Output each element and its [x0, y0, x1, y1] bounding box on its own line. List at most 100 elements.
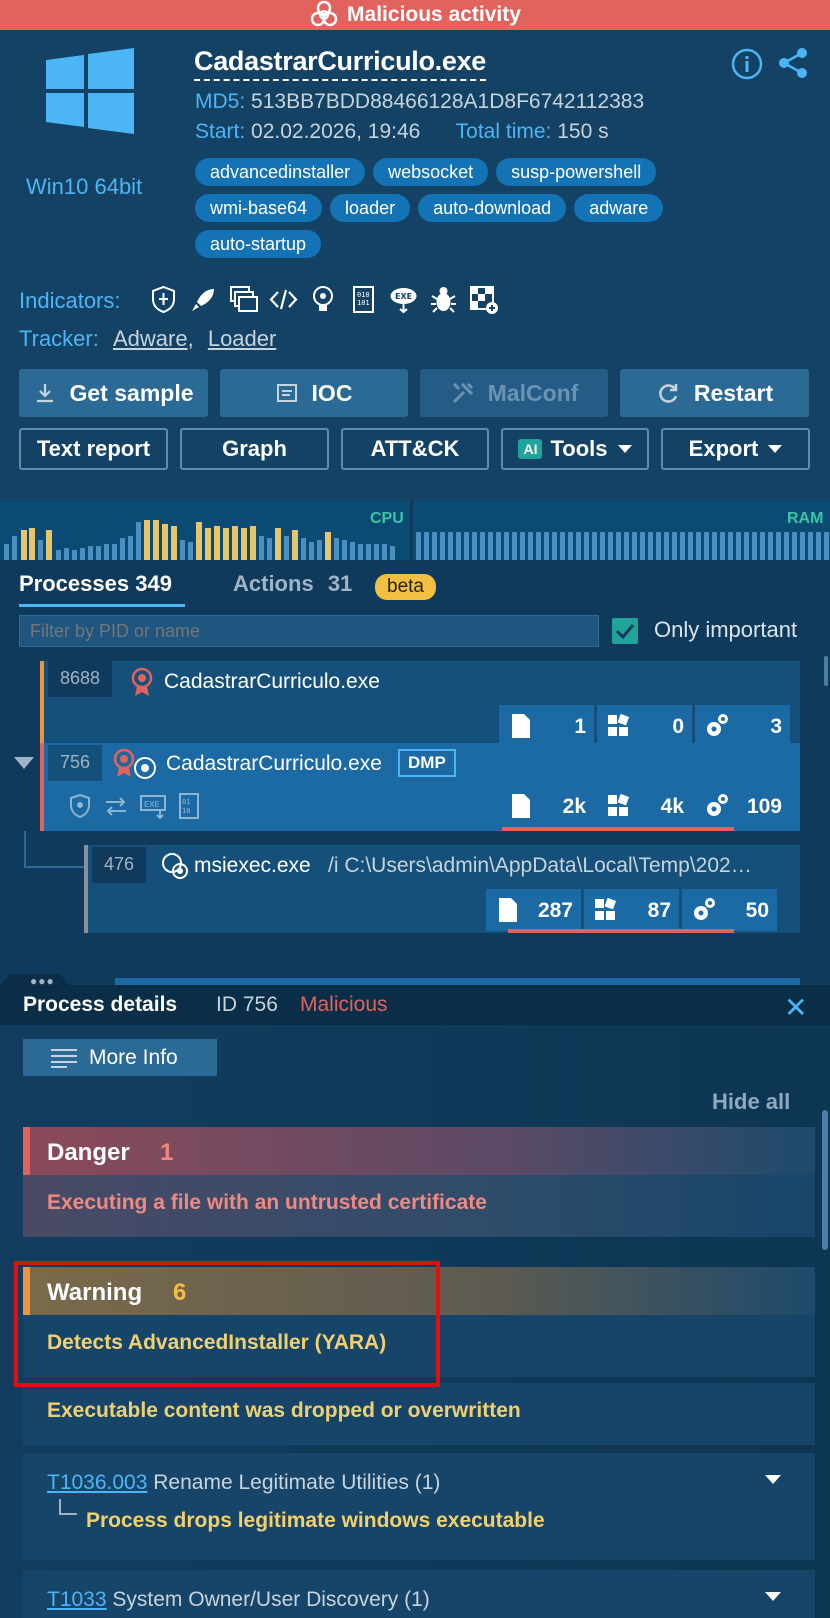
technique-t1033[interactable]: T1033 System Owner/User Discovery (1) [23, 1570, 815, 1618]
ioc-button[interactable]: IOC [220, 369, 408, 417]
files-stat[interactable]: 1 [499, 705, 594, 747]
chevron-down-icon [617, 445, 632, 453]
tag[interactable]: loader [330, 194, 411, 222]
gears-icon [707, 794, 728, 816]
modules-stat[interactable]: 50 [682, 889, 777, 931]
warning-item[interactable]: Executable content was dropped or overwr… [23, 1383, 815, 1445]
pid-filter-input[interactable] [19, 615, 599, 647]
hide-all-button[interactable]: Hide all [712, 1089, 790, 1115]
more-info-button[interactable]: More Info [23, 1039, 217, 1076]
svg-text:10: 10 [182, 807, 190, 815]
total-time-value: 150 s [557, 120, 609, 143]
process-name: CadastrarCurriculo.exe [164, 670, 380, 693]
exe-download-icon[interactable]: EXE [388, 284, 419, 315]
cpu-ram-chart [4, 500, 829, 560]
code-icon[interactable] [268, 284, 299, 315]
tag[interactable]: advancedinstaller [195, 158, 366, 186]
brain-icon[interactable] [308, 284, 339, 315]
tracker-link-loader[interactable]: Loader [208, 326, 277, 351]
md5-row: MD5: 513BB7BDD88466128A1D8F6742112383 [195, 90, 644, 114]
technique-code-link[interactable]: T1036.003 [47, 1471, 147, 1494]
indicator-icons: 010 101 EXE [148, 284, 499, 315]
danger-item[interactable]: Executing a file with an untrusted certi… [23, 1175, 815, 1237]
process-row-756[interactable]: 756 CadastrarCurriculo.exe DMP EXE 01 10 … [40, 743, 800, 831]
registry-stat[interactable]: 4k [597, 785, 692, 827]
tag[interactable]: websocket [373, 158, 489, 186]
list-icon [276, 384, 297, 402]
svg-text:01: 01 [182, 798, 190, 806]
windows-stack-icon[interactable] [228, 284, 259, 315]
graph-button[interactable]: Graph [180, 428, 329, 470]
process-pid: 8688 [48, 661, 113, 697]
tracker-link-adware[interactable]: Adware [113, 326, 188, 351]
technique-t1036-003[interactable]: T1036.003 Rename Legitimate Utilities (1… [23, 1453, 815, 1560]
registry-icon [595, 897, 617, 920]
tag[interactable]: auto-startup [195, 230, 322, 258]
binary-file-icon[interactable]: 010 101 [348, 284, 379, 315]
tag[interactable]: wmi-base64 [195, 194, 323, 222]
modules-stat[interactable]: 109 [695, 785, 790, 827]
tab-processes[interactable]: Processes 349 [19, 571, 172, 597]
danger-section: Danger 1 Executing a file with an untrus… [23, 1127, 815, 1237]
collapse-arrow-icon[interactable] [14, 757, 34, 769]
technique-name: Rename Legitimate Utilities (1) [153, 1471, 441, 1494]
registry-stat[interactable]: 0 [597, 705, 692, 747]
get-sample-button[interactable]: Get sample [19, 369, 208, 417]
modules-count: 50 [745, 899, 769, 922]
menu-lines-icon [51, 1048, 77, 1068]
tag[interactable]: susp-powershell [496, 158, 657, 186]
start-value: 02.02.2026, 19:46 [251, 120, 421, 143]
chevron-down-icon[interactable] [765, 1475, 781, 1484]
download-icon [36, 384, 53, 403]
process-row-476[interactable]: 476 msiexec.exe /i C:\Users\admin\AppDat… [84, 845, 800, 933]
process-name: CadastrarCurriculo.exe [166, 752, 382, 775]
malconf-button[interactable]: MalConf [420, 369, 608, 417]
tab-actions-label: Actions [233, 571, 314, 596]
tag[interactable]: auto-download [418, 194, 567, 222]
modules-stat[interactable]: 3 [695, 705, 790, 747]
danger-header[interactable]: Danger 1 [23, 1127, 815, 1175]
svg-text:EXE: EXE [395, 292, 412, 301]
certificate-gear-icon [113, 748, 156, 779]
checkmark-icon [615, 624, 635, 640]
malconf-label: MalConf [487, 379, 579, 406]
process-row-8688[interactable]: 8688 CadastrarCurriculo.exe 1 0 3 [40, 661, 800, 751]
rocket-icon[interactable] [188, 284, 219, 315]
md5-value[interactable]: 513BB7BDD88466128A1D8F6742112383 [251, 90, 644, 113]
files-stat[interactable]: 287 [486, 889, 581, 931]
tag[interactable]: adware [574, 194, 664, 222]
files-stat[interactable]: 2k [499, 785, 594, 827]
exe-icon: EXE [140, 795, 166, 819]
start-row: Start: 02.02.2026, 19:46 Total time: 150… [195, 120, 609, 144]
tab-actions[interactable]: Actions 31 [233, 571, 352, 597]
total-time-label: Total time: [455, 120, 552, 143]
text-report-button[interactable]: Text report [19, 428, 168, 470]
bug-icon[interactable] [428, 284, 459, 315]
more-info-label: More Info [89, 1045, 178, 1069]
only-important-checkbox[interactable] [612, 618, 638, 644]
tools-dropdown[interactable]: AI Tools [501, 428, 649, 470]
registry-count: 4k [660, 795, 684, 818]
chevron-down-icon[interactable] [765, 1592, 781, 1601]
export-dropdown[interactable]: Export [661, 428, 810, 470]
svg-text:010: 010 [357, 291, 370, 299]
shield-icon[interactable] [148, 284, 179, 315]
tools-label: Tools [550, 436, 608, 461]
restart-icon [659, 384, 678, 403]
attck-button[interactable]: ATT&CK [341, 428, 489, 470]
dmp-badge[interactable]: DMP [398, 749, 456, 777]
file-name[interactable]: CadastrarCurriculo.exe [194, 46, 486, 81]
restart-button[interactable]: Restart [620, 369, 809, 417]
svg-text:EXE: EXE [144, 800, 160, 809]
share-icon[interactable] [778, 47, 808, 84]
details-scrollbar[interactable] [822, 1110, 828, 1250]
flag-grid-icon[interactable] [468, 284, 499, 315]
windows-logo-icon [46, 48, 134, 134]
registry-stat[interactable]: 87 [584, 889, 679, 931]
info-icon[interactable] [731, 48, 763, 85]
technique-code-link[interactable]: T1033 [47, 1588, 107, 1611]
registry-icon [608, 713, 630, 736]
gears-icon [694, 898, 715, 920]
process-list-scrollbar[interactable] [824, 656, 828, 686]
close-icon[interactable]: ✕ [784, 991, 807, 1024]
